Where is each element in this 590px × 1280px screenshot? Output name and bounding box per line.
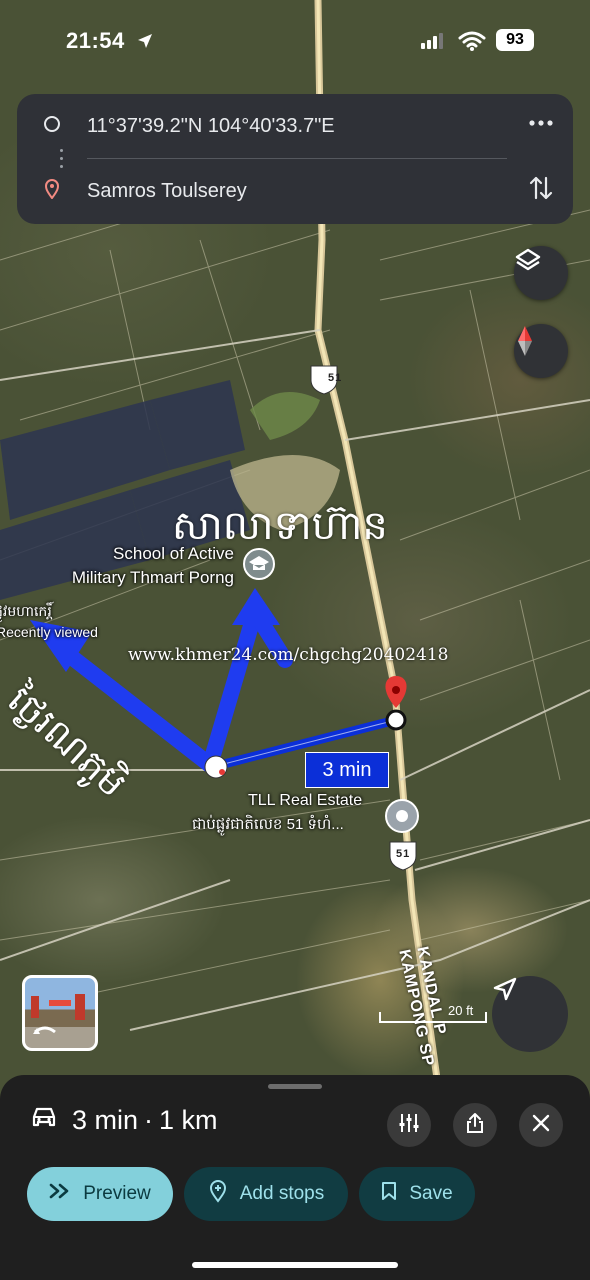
preview-label: Preview: [83, 1183, 151, 1204]
origin-field[interactable]: 11°37'39.2"N 104°40'33.7"E: [87, 115, 335, 138]
route-options-button[interactable]: [387, 1103, 431, 1147]
home-indicator[interactable]: [192, 1262, 398, 1268]
trip-summary: 3 min · 1 km: [30, 1105, 218, 1136]
highway-shield-label-2: 51: [396, 848, 411, 860]
location-services-icon: [136, 32, 154, 55]
highway-shield-label-1: 51: [328, 372, 343, 384]
compass-button[interactable]: [514, 324, 568, 378]
destination-label-line2[interactable]: ជាប់ផ្លូវជាតិលេខ 51 ទំហំ...: [192, 815, 344, 837]
car-icon: [30, 1105, 58, 1136]
more-dots-icon: [529, 106, 553, 131]
trip-separator: ·: [144, 1105, 154, 1135]
wifi-icon: [458, 30, 486, 57]
place-pin-grey: [385, 799, 419, 833]
add-location-icon: [208, 1179, 228, 1209]
recenter-navigation-button[interactable]: [492, 976, 568, 1052]
route-dots: [60, 149, 64, 173]
share-icon: [465, 1112, 485, 1139]
watermark: www.khmer24.com/chgchg20402418: [128, 645, 449, 665]
layers-button[interactable]: [514, 246, 568, 300]
directions-bottom-sheet[interactable]: 3 min · 1 km Preview Add stops Save: [0, 1075, 590, 1280]
school-label-line2[interactable]: Military Thmart Porng: [40, 568, 234, 588]
trip-distance: 1 km: [159, 1105, 218, 1135]
destination-label-line1[interactable]: TLL Real Estate: [248, 792, 362, 810]
swap-directions-button[interactable]: [529, 174, 553, 207]
swap-arrows-icon: [529, 176, 553, 206]
more-options-button[interactable]: [529, 106, 553, 132]
battery-indicator: 93: [496, 29, 534, 51]
fast-forward-icon: [49, 1183, 71, 1205]
trip-duration: 3 min: [72, 1105, 139, 1135]
street-view-thumbnail[interactable]: [22, 975, 98, 1051]
street-view-icon: [31, 994, 85, 1034]
scale-bar: [379, 1012, 487, 1023]
recent-place-line2[interactable]: Recently viewed: [0, 624, 98, 640]
divider: [87, 158, 507, 159]
directions-card: 11°37'39.2"N 104°40'33.7"E Samros Toulse…: [17, 94, 573, 224]
save-button[interactable]: Save: [359, 1167, 475, 1221]
origin-circle-icon: [43, 115, 61, 138]
close-button[interactable]: [519, 1103, 563, 1147]
status-time: 21:54: [66, 28, 125, 53]
route-duration-label: 3 min: [305, 752, 389, 788]
destination-field[interactable]: Samros Toulserey: [87, 180, 247, 203]
sheet-drag-handle[interactable]: [268, 1084, 322, 1089]
recent-place-line1[interactable]: ផ្លូវមហាកេរ្តិ៍: [0, 602, 52, 623]
bookmark-icon: [381, 1181, 397, 1207]
sliders-icon: [398, 1112, 420, 1139]
share-button[interactable]: [453, 1103, 497, 1147]
add-stops-label: Add stops: [239, 1183, 325, 1204]
destination-pin-icon: [44, 178, 60, 204]
destination-pin: [385, 676, 407, 731]
cellular-signal-icon: [420, 32, 444, 55]
handwritten-annotation-school: សាលាទាហ៊ាន: [172, 503, 388, 549]
save-label: Save: [409, 1183, 453, 1204]
add-stops-button[interactable]: Add stops: [184, 1167, 348, 1221]
origin-dot: [204, 755, 228, 779]
status-bar: 21:54 93: [0, 24, 590, 58]
close-icon: [532, 1114, 550, 1137]
preview-button[interactable]: Preview: [27, 1167, 173, 1221]
